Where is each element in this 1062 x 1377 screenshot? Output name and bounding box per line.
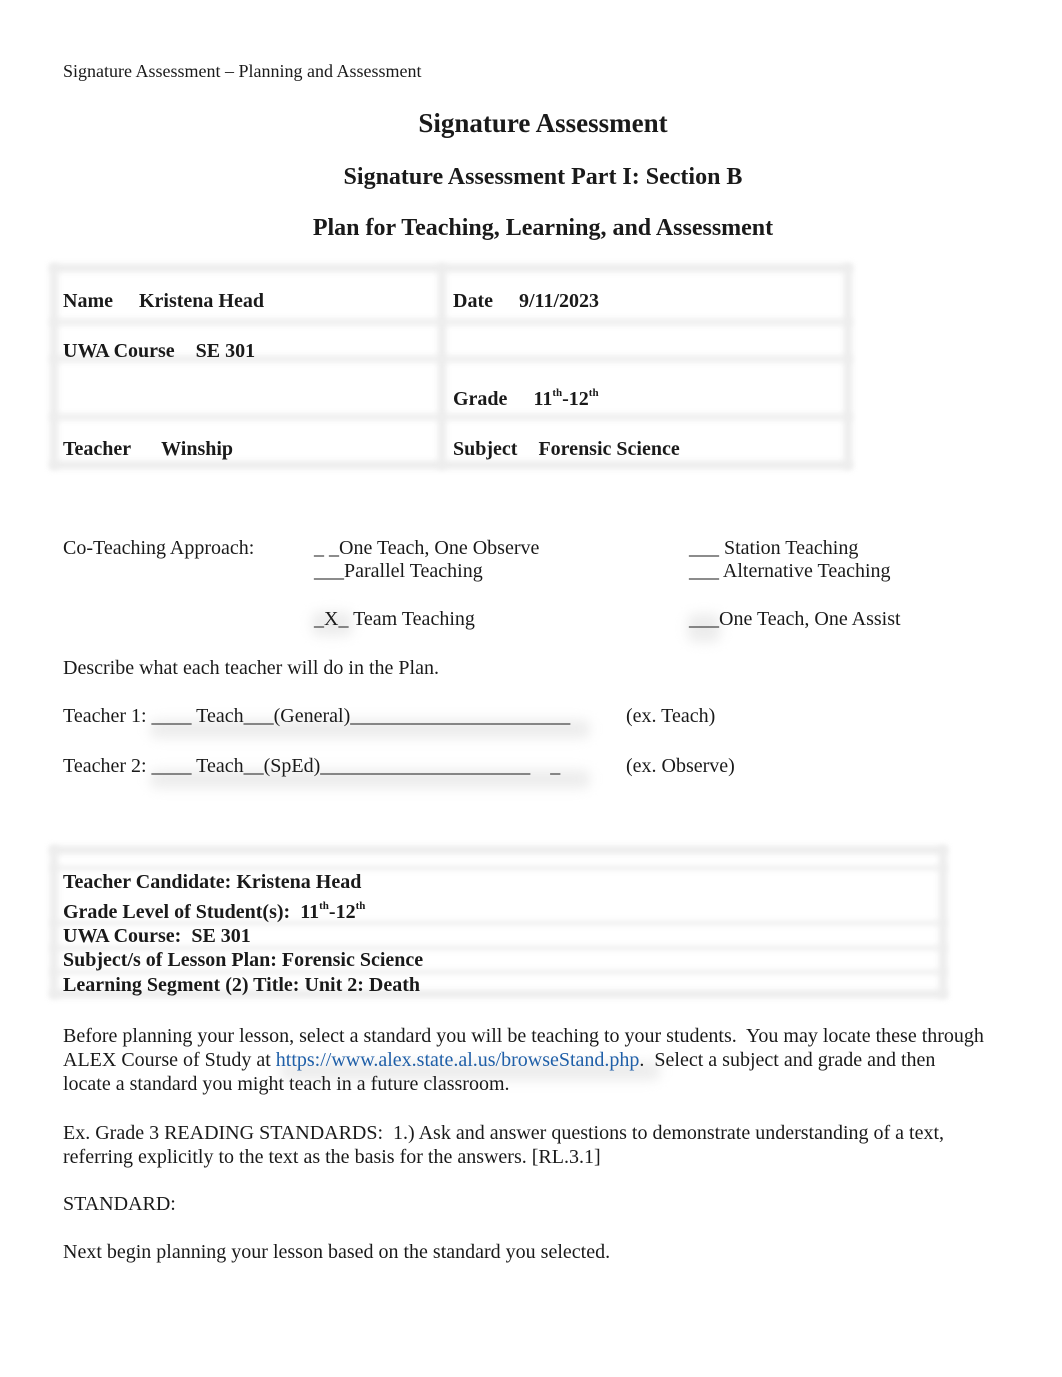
- candidate-learning-segment: Learning Segment (2) Title: Unit 2: Deat…: [63, 974, 421, 996]
- instructions-line-2-pre: ALEX Course of Study at: [63, 1049, 276, 1071]
- grade-sep: -: [328, 901, 336, 923]
- option-mark: ___: [689, 537, 724, 559]
- teacher-value: Winship: [161, 438, 234, 460]
- teacher-1-example: (ex. Teach): [626, 705, 716, 727]
- subject-label: Subject: [453, 438, 518, 460]
- instructions-line-1: Before planning your lesson, select a st…: [63, 1025, 984, 1047]
- plan-title: Plan for Teaching, Learning, and Assessm…: [312, 215, 774, 241]
- grade-from: 11: [533, 388, 553, 410]
- grade-field: Grade 11th-12th: [453, 388, 599, 411]
- grade-from: 11: [300, 901, 320, 923]
- date-value: 9/11/2023: [518, 290, 599, 312]
- example-line-1: Ex. Grade 3 READING STANDARDS: 1.) Ask a…: [63, 1122, 945, 1144]
- candidate-grade-level: Grade Level of Student(s): 11th-12th: [63, 901, 365, 924]
- option-alternative-teaching[interactable]: ___ Alternative Teaching: [689, 560, 891, 583]
- table-divider-vertical: [438, 264, 446, 469]
- teacher-field: Teacher Winship: [63, 438, 233, 461]
- option-label: Station Teaching: [724, 537, 859, 559]
- teacher-2-row: Teacher 2: ____ Teach__(SpEd)___________…: [63, 755, 560, 778]
- teacher-1-row: Teacher 1: ____ Teach___(General)_______…: [63, 705, 570, 728]
- grade-label: Grade: [453, 388, 508, 410]
- teacher-2-role[interactable]: ____ Teach__(SpEd)_____________________ …: [152, 755, 561, 777]
- table-border-top: [50, 846, 947, 854]
- option-station-teaching[interactable]: ___ Station Teaching: [689, 537, 858, 560]
- table-border-bottom: [50, 461, 852, 469]
- example-standard: Ex. Grade 3 READING STANDARDS: 1.) Ask a…: [63, 1121, 944, 1169]
- name-field: Name Kristena Head: [63, 290, 264, 313]
- teacher-2-example: (ex. Observe): [626, 755, 735, 777]
- example-line-2: referring explicitly to the text as the …: [63, 1146, 601, 1168]
- table-border-left: [50, 264, 58, 469]
- grade-to: 12: [335, 901, 356, 923]
- table-divider-row: [50, 319, 852, 325]
- table-divider-row: [50, 414, 852, 420]
- course-value: SE 301: [195, 340, 256, 362]
- option-parallel-teaching[interactable]: ___Parallel Teaching: [314, 560, 483, 583]
- course-label: UWA Course: [63, 340, 175, 362]
- option-label: One Teach, One Assist: [719, 608, 901, 630]
- table-divider-row: [50, 866, 947, 870]
- option-label: Parallel Teaching: [344, 560, 483, 582]
- option-team-teaching[interactable]: _X_ Team Teaching: [314, 608, 475, 631]
- grade-level-label: Grade Level of Student(s):: [63, 901, 301, 923]
- instructions-line-2: ALEX Course of Study at https://www.alex…: [63, 1048, 984, 1072]
- name-label: Name: [63, 290, 113, 312]
- running-header: Signature Assessment – Planning and Asse…: [63, 61, 422, 81]
- grade-to-suffix: th: [355, 900, 366, 912]
- candidate-course: UWA Course: SE 301: [63, 925, 251, 947]
- table-border-right: [844, 264, 852, 469]
- document-title: Signature Assessment: [418, 108, 668, 138]
- teacher-label: Teacher: [63, 438, 132, 460]
- instructions-paragraph: Before planning your lesson, select a st…: [63, 1024, 984, 1096]
- describe-prompt: Describe what each teacher will do in th…: [63, 657, 439, 679]
- grade-to: 12: [568, 388, 589, 410]
- next-step-text: Next begin planning your lesson based on…: [63, 1241, 611, 1263]
- grade-sep: -: [562, 388, 569, 410]
- instructions-line-2-post: . Select a subject and grade and then: [639, 1049, 936, 1071]
- option-one-teach-one-assist[interactable]: ___One Teach, One Assist: [689, 608, 901, 631]
- option-mark: ___: [314, 560, 344, 582]
- subject-value: Forensic Science: [538, 438, 680, 460]
- date-field: Date 9/11/2023: [453, 290, 599, 313]
- candidate-name: Teacher Candidate: Kristena Head: [63, 871, 362, 893]
- date-label: Date: [453, 290, 493, 312]
- co-teaching-label: Co-Teaching Approach:: [63, 537, 255, 559]
- teacher-2-label: Teacher 2:: [63, 755, 147, 777]
- teacher-1-label: Teacher 1:: [63, 705, 147, 727]
- instructions-line-3: locate a standard you might teach in a f…: [63, 1073, 510, 1095]
- alex-standards-link[interactable]: https://www.alex.state.al.us/browseStand…: [276, 1049, 640, 1071]
- candidate-subjects: Subject/s of Lesson Plan: Forensic Scien…: [63, 949, 424, 971]
- grade-from-suffix: th: [552, 387, 563, 399]
- option-one-teach-one-observe[interactable]: _ _One Teach, One Observe: [314, 537, 539, 560]
- teacher-1-role[interactable]: ____ Teach___(General)__________________…: [152, 705, 571, 727]
- option-mark: _X_: [314, 608, 354, 630]
- option-label: Alternative Teaching: [722, 560, 891, 582]
- table-border-top: [50, 264, 852, 272]
- option-label: One Teach, One Observe: [339, 537, 540, 559]
- grade-from-suffix: th: [319, 900, 329, 912]
- subject-field: Subject Forensic Science: [453, 438, 680, 461]
- course-field: UWA Course SE 301: [63, 340, 255, 363]
- section-title: Signature Assessment Part I: Section B: [343, 164, 743, 190]
- name-value: Kristena Head: [138, 290, 264, 312]
- option-mark: _ _: [314, 537, 339, 559]
- option-label: Team Teaching: [353, 608, 475, 630]
- option-mark: ___: [689, 608, 719, 630]
- option-mark: ___: [689, 560, 723, 582]
- standard-label: STANDARD:: [63, 1193, 176, 1215]
- grade-to-suffix: th: [588, 387, 599, 399]
